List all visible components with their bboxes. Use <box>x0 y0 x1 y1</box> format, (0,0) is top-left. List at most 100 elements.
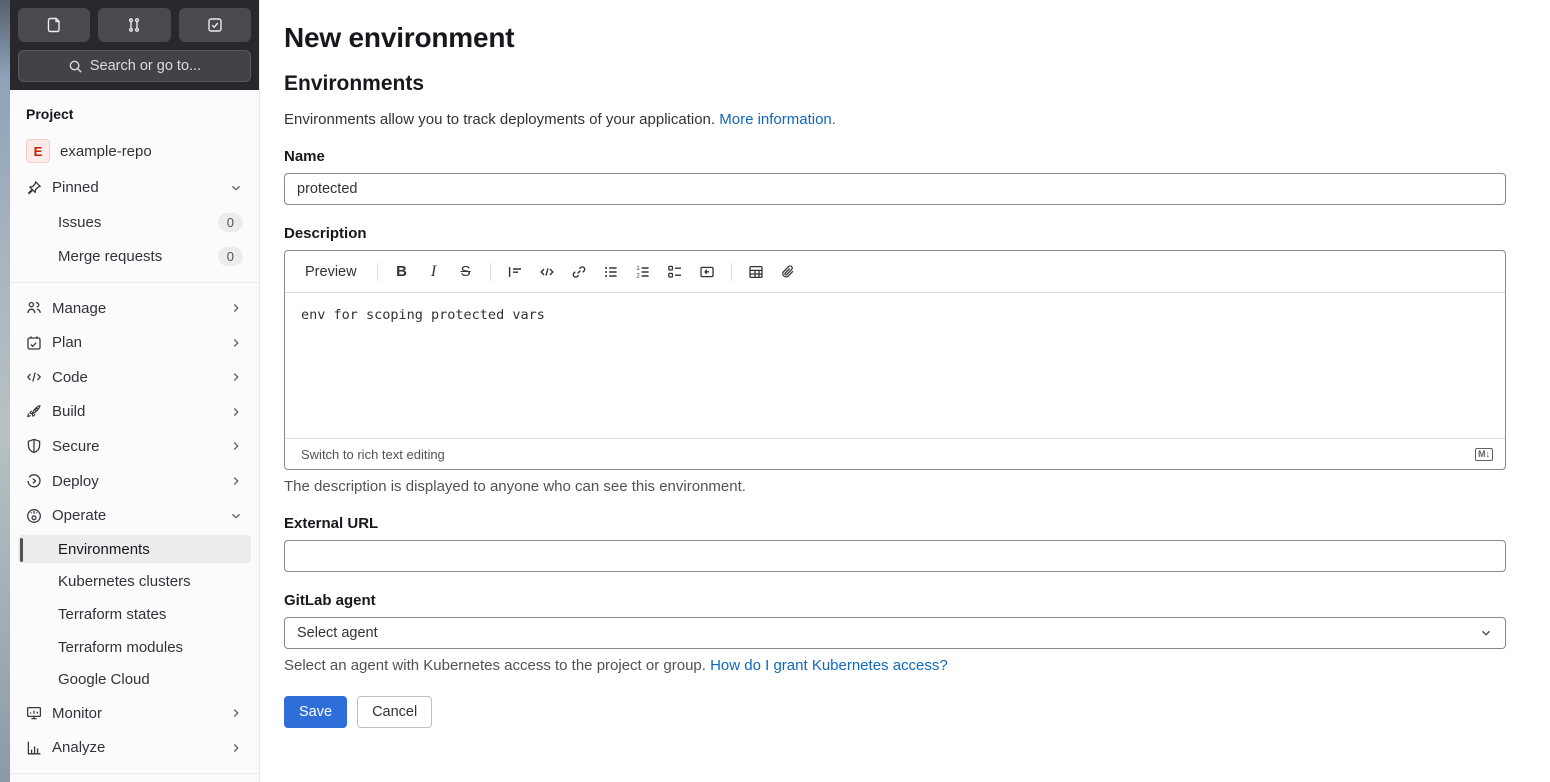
chevron-down-icon <box>1479 626 1493 640</box>
attach-file-button[interactable] <box>774 258 802 286</box>
sidebar-item-secure[interactable]: Secure <box>18 431 251 462</box>
toolbar-divider <box>376 262 378 281</box>
italic-icon: I <box>430 262 437 280</box>
sidebar-item-operate[interactable]: Operate <box>18 500 251 531</box>
toolbar-divider <box>730 262 732 281</box>
editor-toolbar: Preview B I S 1 2 <box>285 251 1505 293</box>
search-label: Search or go to... <box>89 58 202 74</box>
sidebar-item-kubernetes-clusters[interactable]: Kubernetes clusters <box>18 567 251 596</box>
sidebar-item-build[interactable]: Build <box>18 397 251 428</box>
search-input[interactable]: Search or go to... <box>18 50 251 82</box>
numbered-list-button[interactable]: 1 2 <box>629 258 657 286</box>
environments-label: Environments <box>58 540 150 558</box>
sidebar: Search or go to... Project E example-rep… <box>10 0 260 782</box>
task-list-button[interactable] <box>661 258 689 286</box>
todo-list-shortcut-button[interactable] <box>178 8 251 42</box>
sidebar-item-manage[interactable]: Manage <box>18 293 251 324</box>
cancel-button[interactable]: Cancel <box>357 696 433 728</box>
chevron-right-icon <box>229 474 243 488</box>
description-help-text: The description is displayed to anyone w… <box>284 478 746 495</box>
bold-icon: B <box>396 263 407 280</box>
table-button[interactable] <box>742 258 770 286</box>
sidebar-item-project[interactable]: E example-repo <box>18 134 251 168</box>
strikethrough-icon: S <box>460 263 471 280</box>
name-input[interactable] <box>284 173 1506 205</box>
issues-shortcut-button[interactable] <box>18 8 91 42</box>
code-icon <box>26 369 42 385</box>
sidebar-item-code[interactable]: Code <box>18 362 251 393</box>
agent-select-value: Select agent <box>297 625 378 641</box>
merge-request-icon <box>126 17 142 33</box>
code-block-icon <box>539 264 555 280</box>
chart-icon <box>26 740 42 756</box>
toolbar-divider <box>489 262 491 281</box>
sidebar-item-deploy[interactable]: Deploy <box>18 466 251 497</box>
heading-button[interactable] <box>501 258 529 286</box>
sidebar-header: Search or go to... <box>10 0 259 90</box>
shield-icon <box>26 438 42 454</box>
analyze-label: Analyze <box>52 739 106 757</box>
sidebar-item-pinned[interactable]: Pinned <box>18 172 251 203</box>
sidebar-item-google-cloud[interactable]: Google Cloud <box>18 665 251 694</box>
sidebar-item-monitor[interactable]: Monitor <box>18 698 251 729</box>
chevron-down-icon <box>229 509 243 523</box>
secure-label: Secure <box>52 437 100 455</box>
sidebar-divider <box>10 773 259 775</box>
merge-requests-shortcut-button[interactable] <box>98 8 171 42</box>
save-button[interactable]: Save <box>284 696 348 728</box>
active-indicator <box>20 537 23 562</box>
agent-select[interactable]: Select agent <box>284 617 1506 649</box>
more-information-link[interactable]: More information. <box>719 111 836 128</box>
chevron-right-icon <box>229 336 243 350</box>
sidebar-item-analyze[interactable]: Analyze <box>18 733 251 764</box>
chevron-right-icon <box>229 741 243 755</box>
italic-button[interactable]: I <box>420 258 448 286</box>
people-icon <box>26 300 42 316</box>
numbered-list-icon: 1 2 <box>635 264 651 280</box>
kubernetes-access-link[interactable]: How do I grant Kubernetes access? <box>710 657 948 674</box>
code-block-button[interactable] <box>533 258 561 286</box>
pinned-label: Pinned <box>52 179 99 197</box>
link-button[interactable] <box>565 258 593 286</box>
collapsible-section-button[interactable] <box>693 258 721 286</box>
chevron-right-icon <box>229 439 243 453</box>
bold-button[interactable]: B <box>388 258 416 286</box>
sidebar-item-issues[interactable]: Issues 0 <box>18 207 251 238</box>
collapsible-section-icon <box>699 264 715 280</box>
merge-requests-label: Merge requests <box>58 248 163 266</box>
build-label: Build <box>52 403 86 421</box>
todo-check-icon <box>207 17 223 33</box>
sidebar-item-terraform-modules[interactable]: Terraform modules <box>18 633 251 662</box>
external-url-input[interactable] <box>284 540 1506 572</box>
project-name: example-repo <box>60 142 152 160</box>
calendar-icon <box>26 335 42 351</box>
agent-help-body: Select an agent with Kubernetes access t… <box>284 657 706 674</box>
code-label: Code <box>52 368 88 386</box>
sidebar-item-environments[interactable]: Environments <box>18 534 251 564</box>
task-list-icon <box>667 264 683 280</box>
intro-text-body: Environments allow you to track deployme… <box>284 111 716 128</box>
chevron-right-icon <box>229 706 243 720</box>
sidebar-item-terraform-states[interactable]: Terraform states <box>18 600 251 629</box>
issues-count-badge: 0 <box>217 212 243 232</box>
terraform-modules-label: Terraform modules <box>58 638 184 656</box>
issues-label: Issues <box>58 213 102 231</box>
description-label: Description <box>284 225 367 242</box>
operate-label: Operate <box>52 507 107 525</box>
sidebar-item-merge-requests[interactable]: Merge requests 0 <box>18 241 251 272</box>
markdown-icon[interactable]: M↓ <box>1475 447 1493 461</box>
main-content: New environment Environments Environment… <box>260 0 1550 782</box>
desktop-edge <box>0 0 10 782</box>
chevron-right-icon <box>229 405 243 419</box>
description-textarea[interactable]: env for scoping protected vars <box>285 293 1505 438</box>
pin-icon <box>26 180 42 196</box>
deploy-label: Deploy <box>52 472 99 490</box>
preview-tab[interactable]: Preview <box>295 258 367 286</box>
deploy-icon <box>26 473 42 489</box>
bullet-list-button[interactable] <box>597 258 625 286</box>
strikethrough-button[interactable]: S <box>452 258 480 286</box>
switch-rich-text-link[interactable]: Switch to rich text editing <box>301 447 445 462</box>
manage-label: Manage <box>52 299 107 317</box>
sidebar-item-plan[interactable]: Plan <box>18 328 251 359</box>
external-url-label: External URL <box>284 515 379 532</box>
